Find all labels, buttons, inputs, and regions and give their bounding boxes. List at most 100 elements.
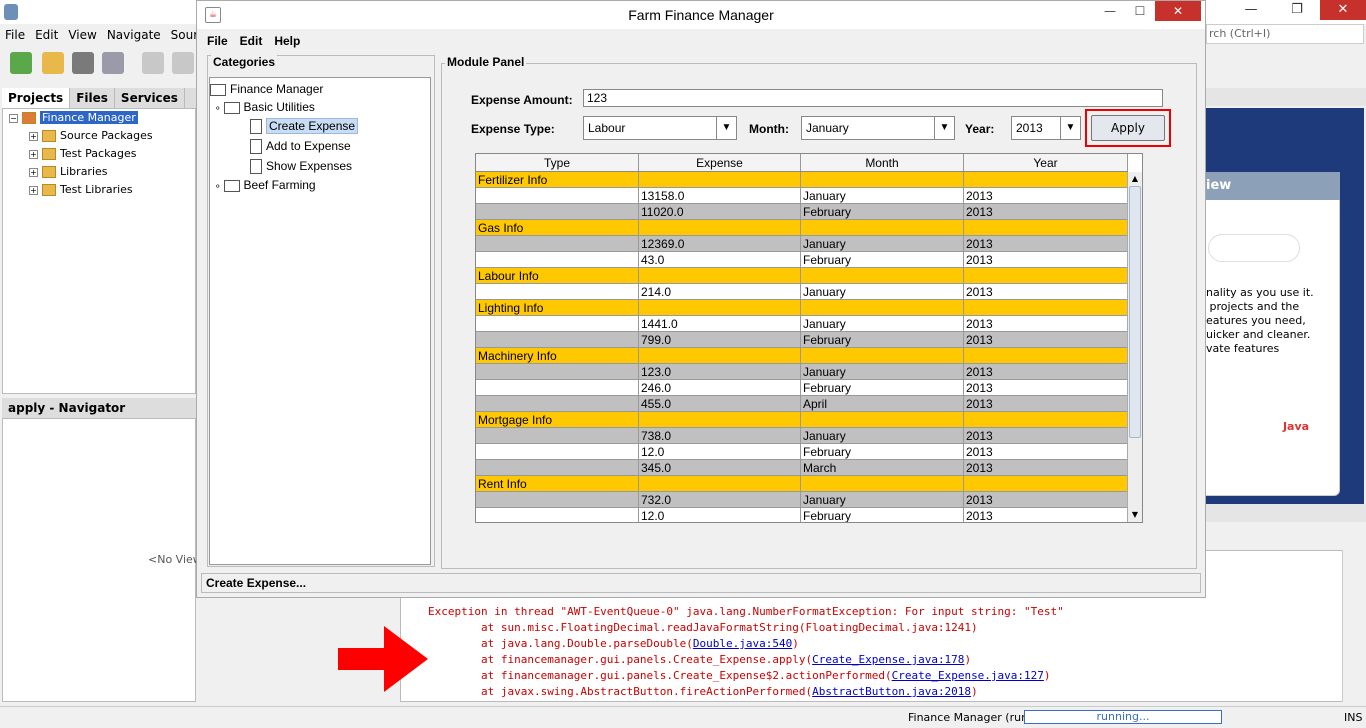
app-minimize-icon[interactable]: — — [1095, 1, 1125, 21]
cell-type — [476, 460, 639, 476]
table-row[interactable]: 214.0 January 2013 — [476, 284, 1128, 300]
table-row[interactable]: 345.0 March 2013 — [476, 460, 1128, 476]
column-type[interactable]: Type — [476, 154, 639, 171]
table-row[interactable]: 13158.0 January 2013 — [476, 188, 1128, 204]
app-menu-edit[interactable]: Edit — [240, 34, 263, 48]
scroll-up-icon[interactable]: ▲ — [1128, 172, 1142, 186]
scroll-thumb[interactable] — [1129, 186, 1141, 438]
document-icon — [250, 159, 262, 175]
collapse-icon[interactable]: − — [9, 113, 18, 123]
expand-icon[interactable]: + — [29, 149, 38, 159]
project-panel: − Finance Manager + Source Packages + Test … — [2, 108, 196, 394]
expand-icon[interactable]: + — [29, 131, 38, 141]
expense-type-label: Expense Type: — [471, 122, 555, 136]
chevron-down-icon[interactable]: ▼ — [934, 117, 954, 139]
table-row[interactable]: 246.0 February 2013 — [476, 380, 1128, 396]
apply-button[interactable]: Apply — [1091, 115, 1165, 141]
cell-type — [476, 444, 639, 460]
table-row[interactable]: 455.0 April 2013 — [476, 396, 1128, 412]
minimize-icon[interactable]: — — [1228, 0, 1274, 20]
cell-type — [476, 188, 639, 204]
cell-month — [801, 412, 964, 428]
tab-files[interactable]: Files — [70, 88, 115, 108]
tree-root[interactable]: Finance Manager — [210, 80, 323, 98]
save-all-icon[interactable] — [102, 52, 124, 74]
cell-type: Mortgage Info — [476, 412, 639, 428]
table-category-row[interactable]: Rent Info — [476, 476, 1128, 492]
close-icon[interactable]: ✕ — [1320, 0, 1366, 20]
ide-search-input[interactable]: rch (Ctrl+I) — [1206, 24, 1364, 44]
table-row[interactable]: 1441.0 January 2013 — [476, 316, 1128, 332]
start-page-search[interactable] — [1208, 234, 1300, 262]
tree-beef-farming[interactable]: ⚬ Beef Farming — [214, 176, 316, 194]
project-root[interactable]: − Finance Manager — [9, 109, 138, 127]
output-scrollbar[interactable] — [1342, 550, 1358, 702]
year-select[interactable]: 2013 ▼ — [1011, 116, 1081, 140]
table-row[interactable]: 11020.0 February 2013 — [476, 204, 1128, 220]
ide-menu-view[interactable]: View — [68, 24, 96, 46]
chevron-down-icon[interactable]: ▼ — [716, 117, 736, 139]
stacktrace-link[interactable]: AbstractButton.java:2018 — [812, 685, 971, 698]
column-year[interactable]: Year — [964, 154, 1128, 171]
app-menu-help[interactable]: Help — [274, 34, 300, 48]
cell-type — [476, 252, 639, 268]
expand-icon[interactable]: + — [29, 185, 38, 195]
tab-services[interactable]: Services — [115, 88, 185, 108]
new-file-icon[interactable] — [10, 52, 32, 74]
tree-libraries[interactable]: + Libraries — [29, 163, 108, 181]
ide-menu-edit[interactable]: Edit — [35, 24, 58, 46]
chevron-down-icon[interactable]: ▼ — [1060, 117, 1080, 139]
column-expense[interactable]: Expense — [639, 154, 801, 171]
app-close-icon[interactable]: ✕ — [1155, 1, 1201, 21]
start-page-heading: iew — [1204, 172, 1340, 200]
column-month[interactable]: Month — [801, 154, 964, 171]
tree-test-packages[interactable]: + Test Packages — [29, 145, 136, 163]
table-header: Type Expense Month Year — [476, 154, 1128, 172]
scroll-down-icon[interactable]: ▼ — [1128, 508, 1142, 522]
table-category-row[interactable]: Gas Info — [476, 220, 1128, 236]
table-scrollbar[interactable]: ▲ ▼ — [1127, 172, 1142, 522]
stacktrace-link[interactable]: Create_Expense.java:127 — [892, 669, 1044, 682]
expense-type-select[interactable]: Labour ▼ — [583, 116, 737, 140]
tree-add-to-expense[interactable]: Add to Expense — [250, 137, 351, 155]
app-maximize-icon[interactable]: ☐ — [1125, 1, 1155, 21]
month-select[interactable]: January ▼ — [801, 116, 955, 140]
app-menu-file[interactable]: File — [207, 34, 228, 48]
tab-projects[interactable]: Projects — [2, 88, 71, 108]
table-row[interactable]: 738.0 January 2013 — [476, 428, 1128, 444]
ide-menu-file[interactable]: File — [5, 24, 25, 46]
table-category-row[interactable]: Mortgage Info — [476, 412, 1128, 428]
table-row[interactable]: 732.0 January 2013 — [476, 492, 1128, 508]
table-row[interactable]: 123.0 January 2013 — [476, 364, 1128, 380]
table-row[interactable]: 12.0 February 2013 — [476, 444, 1128, 460]
cell-type: Lighting Info — [476, 300, 639, 316]
table-category-row[interactable]: Lighting Info — [476, 300, 1128, 316]
ide-menu-navigate[interactable]: Navigate — [107, 24, 161, 46]
table-row[interactable]: 43.0 February 2013 — [476, 252, 1128, 268]
redo-icon[interactable] — [172, 52, 194, 74]
tree-basic-utilities[interactable]: ⚬ Basic Utilities — [214, 98, 315, 116]
open-project-icon[interactable] — [72, 52, 94, 74]
stacktrace-link[interactable]: Create_Expense.java:178 — [812, 653, 964, 666]
cell-type — [476, 428, 639, 444]
stacktrace-link[interactable]: Double.java:540 — [693, 637, 792, 650]
expense-amount-input[interactable]: 123 — [583, 89, 1163, 107]
table-category-row[interactable]: Machinery Info — [476, 348, 1128, 364]
status-progress[interactable]: running... — [1024, 710, 1222, 724]
cell-year: 2013 — [964, 332, 1128, 348]
tree-source-packages[interactable]: + Source Packages — [29, 127, 153, 145]
tree-show-expenses[interactable]: Show Expenses — [250, 157, 352, 175]
table-row[interactable]: 12369.0 January 2013 — [476, 236, 1128, 252]
restore-icon[interactable]: ❐ — [1274, 0, 1320, 20]
undo-icon[interactable] — [142, 52, 164, 74]
table-category-row[interactable]: Labour Info — [476, 268, 1128, 284]
table-category-row[interactable]: Fertilizer Info — [476, 172, 1128, 188]
tree-create-expense[interactable]: Create Expense — [250, 117, 359, 135]
tree-test-libraries[interactable]: + Test Libraries — [29, 181, 133, 199]
cell-month: March — [801, 460, 964, 476]
table-row[interactable]: 12.0 February 2013 — [476, 508, 1128, 522]
new-project-icon[interactable] — [42, 52, 64, 74]
navigator-title[interactable]: apply - Navigator — [2, 398, 196, 418]
expand-icon[interactable]: + — [29, 167, 38, 177]
table-row[interactable]: 799.0 February 2013 — [476, 332, 1128, 348]
